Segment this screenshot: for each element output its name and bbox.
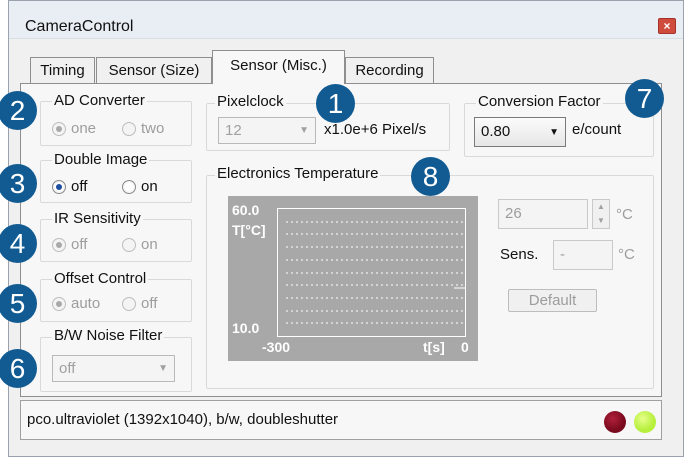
temperature-setpoint-field[interactable]: 26: [498, 199, 588, 229]
offset-control-off-radio[interactable]: off: [122, 295, 157, 312]
bw-noise-filter-legend: B/W Noise Filter: [52, 327, 165, 344]
badge-number: 3: [9, 168, 26, 199]
setpoint-unit: °C: [616, 206, 633, 223]
tab-label: Recording: [355, 62, 424, 79]
radio-label: on: [141, 236, 158, 253]
close-icon: ×: [663, 19, 671, 33]
double-image-off-radio[interactable]: off: [52, 178, 87, 195]
tab-timing[interactable]: Timing: [30, 57, 95, 84]
radio-label: auto: [71, 295, 101, 312]
radio-label: off: [71, 236, 88, 253]
radio-label: on: [141, 178, 158, 195]
temperature-plot: 60.0 T[°C] 10.0 -300 t[s] 0: [228, 196, 478, 361]
ir-sensitivity-off-radio[interactable]: off: [52, 236, 87, 253]
pixelclock-legend: Pixelclock: [215, 93, 286, 110]
sens-unit: °C: [618, 246, 635, 263]
tab-label: Sensor (Size): [108, 62, 200, 79]
double-image-on-radio[interactable]: on: [122, 178, 158, 195]
temperature-spinner[interactable]: ▲ ▼: [592, 199, 610, 229]
radio-indicator: [122, 121, 136, 136]
tab-recording[interactable]: Recording: [345, 57, 434, 84]
combo-value: 12: [225, 122, 242, 139]
status-bar: pco.ultraviolet (1392x1040), b/w, double…: [20, 400, 662, 440]
radio-label: off: [141, 295, 158, 312]
pixelclock-unit: x1.0e+6 Pixel/s: [324, 121, 427, 138]
sens-label: Sens.: [500, 246, 539, 263]
conversion-factor-unit: e/count: [572, 121, 622, 138]
chevron-down-icon: ▼: [299, 125, 309, 136]
radio-indicator: [122, 179, 136, 194]
bw-noise-filter-combo[interactable]: off ▼: [52, 355, 175, 382]
badge-number: 4: [9, 228, 26, 259]
ad-converter-one-radio[interactable]: one: [52, 120, 96, 137]
field-value: -: [560, 246, 565, 263]
badge-number: 1: [327, 88, 344, 119]
y-axis-label: T[°C]: [232, 222, 266, 238]
radio-indicator: [52, 296, 66, 311]
chevron-down-icon: ▼: [158, 363, 168, 374]
camera-status-text: pco.ultraviolet (1392x1040), b/w, double…: [27, 411, 339, 428]
pixelclock-combo[interactable]: 12 ▼: [218, 117, 316, 144]
badge-number: 2: [9, 95, 26, 126]
y-min-label: 10.0: [232, 320, 260, 336]
close-button[interactable]: ×: [658, 18, 676, 34]
double-image-legend: Double Image: [52, 151, 150, 168]
badge-number: 7: [636, 83, 653, 114]
y-max-label: 60.0: [232, 202, 260, 218]
button-label: Default: [528, 292, 577, 309]
badge-number: 8: [422, 161, 439, 192]
offset-control-auto-radio[interactable]: auto: [52, 295, 100, 312]
ad-converter-two-radio[interactable]: two: [122, 120, 164, 137]
title-bar: CameraControl ×: [9, 1, 683, 39]
plot-area: [277, 208, 466, 337]
radio-label: two: [141, 120, 165, 137]
callout-badge-8: 8: [411, 157, 450, 196]
spin-up-icon[interactable]: ▲: [593, 200, 609, 214]
badge-number: 5: [9, 288, 26, 319]
radio-indicator: [52, 121, 66, 136]
badge-number: 6: [9, 353, 26, 384]
tab-sensor-misc[interactable]: Sensor (Misc.): [212, 50, 345, 84]
conversion-factor-legend: Conversion Factor: [476, 93, 603, 110]
radio-indicator: [122, 296, 136, 311]
tab-label: Sensor (Misc.): [230, 57, 327, 74]
callout-badge-1: 1: [316, 84, 355, 123]
x-axis-label: t[s]: [423, 339, 445, 355]
radio-indicator: [122, 237, 136, 252]
x-max-label: 0: [461, 339, 469, 355]
sens-field[interactable]: -: [553, 240, 613, 270]
ir-sensitivity-legend: IR Sensitivity: [52, 210, 143, 227]
radio-indicator: [52, 179, 66, 194]
radio-indicator: [52, 237, 66, 252]
callout-badge-7: 7: [625, 79, 664, 118]
offset-control-legend: Offset Control: [52, 270, 149, 287]
chevron-down-icon: ▼: [549, 127, 559, 138]
radio-label: one: [71, 120, 97, 137]
window-title: CameraControl: [25, 18, 134, 35]
electronics-temperature-legend: Electronics Temperature: [215, 165, 381, 182]
field-value: 26: [505, 205, 522, 222]
status-led-red: [604, 411, 626, 433]
spin-down-icon[interactable]: ▼: [593, 214, 609, 228]
tab-label: Timing: [40, 62, 85, 79]
plot-grid: [286, 221, 465, 324]
radio-label: off: [71, 178, 88, 195]
conversion-factor-combo[interactable]: 0.80 ▼: [474, 117, 566, 147]
combo-value: 0.80: [481, 123, 511, 140]
tab-sensor-size[interactable]: Sensor (Size): [96, 57, 212, 84]
ad-converter-legend: AD Converter: [52, 92, 147, 109]
combo-value: off: [59, 360, 76, 377]
status-led-green: [634, 411, 656, 433]
default-button[interactable]: Default: [508, 289, 597, 312]
ir-sensitivity-on-radio[interactable]: on: [122, 236, 158, 253]
x-min-label: -300: [262, 339, 291, 355]
